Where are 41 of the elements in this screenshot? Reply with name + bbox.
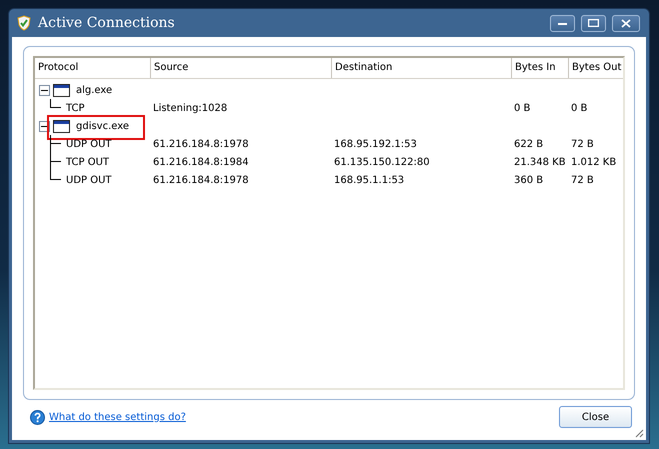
close-icon (621, 18, 631, 28)
maximize-button[interactable] (581, 14, 606, 32)
column-header[interactable]: Protocol (35, 58, 150, 78)
bytes-out-cell-text: 72 B (570, 138, 595, 150)
close-button[interactable] (612, 14, 640, 32)
bytes-out-cell-text: 1.012 KB (570, 156, 618, 168)
protocol-cell-text: TCP OUT (65, 156, 110, 168)
help-icon (30, 410, 45, 424)
destination-cell-text: 168.95.192.1:53 (333, 138, 418, 150)
protocol-cell-text: UDP OUT (65, 138, 112, 150)
bytes-out-cell-text: 72 B (570, 174, 595, 186)
column-header[interactable]: Destination (331, 58, 511, 78)
collapse-toggle[interactable] (39, 84, 50, 96)
source-cell-text: 61.216.184.8:1984 (152, 156, 250, 168)
bytes-in-cell-text: 360 B (513, 174, 544, 186)
process-name[interactable]: alg.exe (73, 84, 112, 96)
column-header[interactable]: Bytes Out (568, 58, 623, 78)
close-dialog-button[interactable]: Close (559, 406, 632, 428)
maximize-icon (588, 19, 599, 27)
application-window-icon (53, 84, 70, 96)
source-cell-text: 61.216.184.8:1978 (152, 138, 250, 150)
column-header[interactable]: Source (150, 58, 331, 78)
window-title: Active Connections (38, 15, 176, 31)
application-window-icon (53, 120, 70, 132)
source-cell-text: Listening:1028 (152, 102, 228, 114)
process-name[interactable]: gdisvc.exe (73, 120, 130, 132)
minimize-icon (558, 22, 567, 24)
bytes-in-cell-text: 21.348 KB (513, 156, 567, 168)
minimize-button[interactable] (550, 14, 575, 32)
source-cell-text: 61.216.184.8:1978 (152, 174, 250, 186)
bytes-in-cell-text: 622 B (513, 138, 544, 150)
column-header[interactable]: Bytes In (511, 58, 568, 78)
protocol-cell-text: UDP OUT (65, 174, 112, 186)
protocol-cell-text: TCP (65, 102, 85, 114)
bytes-out-cell-text: 0 B (570, 102, 588, 114)
help-link[interactable]: What do these settings do? (49, 412, 555, 422)
bytes-in-cell-text: 0 B (513, 102, 532, 114)
resize-grip-icon (635, 429, 644, 438)
shield-icon (16, 15, 32, 31)
destination-cell-text: 168.95.1.1:53 (333, 174, 406, 186)
destination-cell-text: 61.135.150.122:80 (333, 156, 431, 168)
